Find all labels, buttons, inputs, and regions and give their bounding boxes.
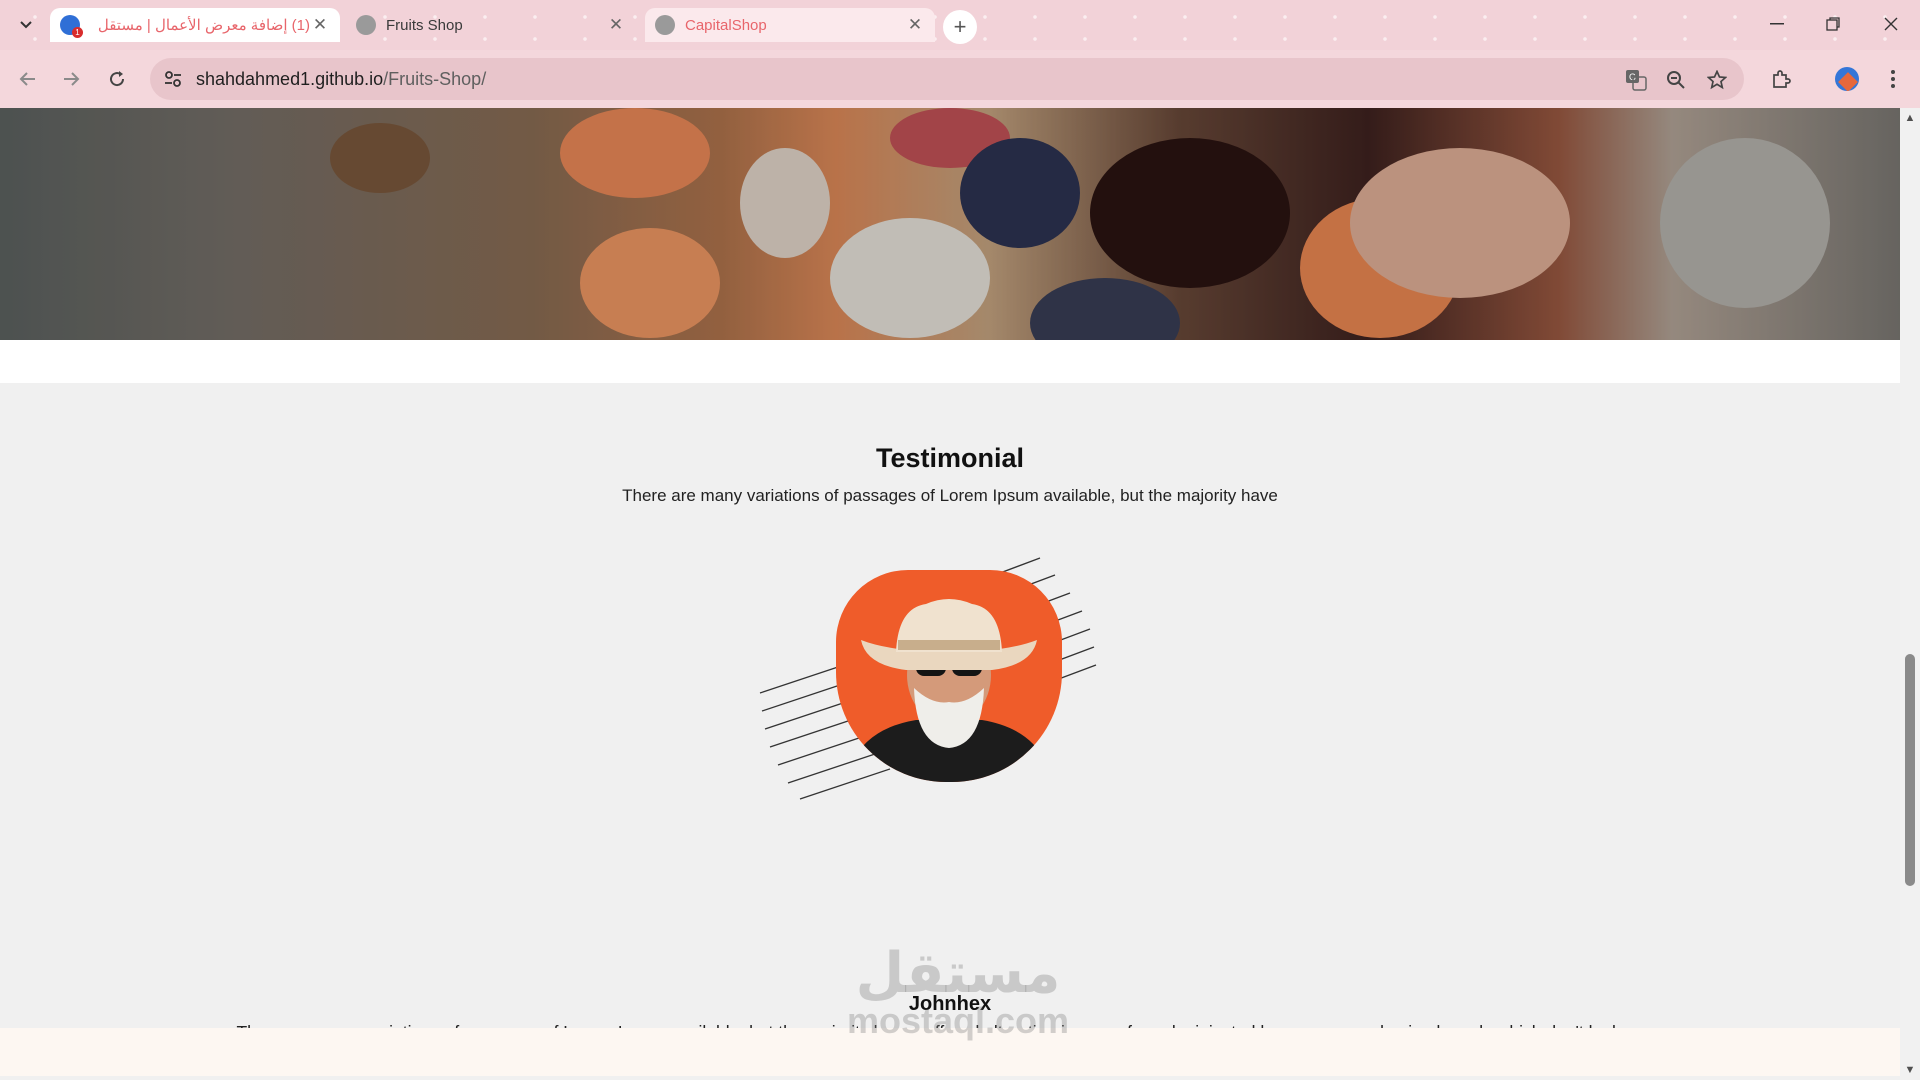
scroll-up-arrow-icon[interactable]: ▲ xyxy=(1903,111,1917,125)
page-viewport: Testimonial There are many variations of… xyxy=(0,108,1900,1076)
new-tab-button[interactable]: + xyxy=(943,10,977,44)
globe-favicon-icon xyxy=(655,15,675,35)
section-heading: Testimonial xyxy=(875,443,1025,473)
back-icon[interactable] xyxy=(10,62,44,96)
watermark-latin: mostaql.com xyxy=(846,1000,1070,1041)
globe-favicon-icon xyxy=(356,15,376,35)
reload-icon[interactable] xyxy=(100,62,134,96)
mostaql-favicon-icon: 1 xyxy=(60,15,83,38)
hero-fruit-banner xyxy=(0,108,1900,340)
section-subheading: There are many variations of passages of… xyxy=(622,486,1278,505)
profile-avatar[interactable] xyxy=(1830,62,1864,96)
minimize-icon[interactable] xyxy=(1754,6,1800,42)
site-settings-icon[interactable] xyxy=(162,68,184,90)
avatar-background xyxy=(836,570,1062,782)
zoom-icon[interactable] xyxy=(1662,66,1690,94)
notification-badge: 1 xyxy=(72,27,83,38)
person-photo xyxy=(846,599,1052,782)
scroll-down-arrow-icon[interactable]: ▼ xyxy=(1903,1063,1917,1077)
tab-fruits-shop[interactable]: Fruits Shop ✕ xyxy=(346,8,636,42)
tab-capitalshop[interactable]: CapitalShop ✕ xyxy=(645,8,935,42)
translate-icon[interactable]: G xyxy=(1622,66,1650,94)
scrollbar-thumb[interactable] xyxy=(1905,654,1915,886)
close-tab-icon[interactable]: ✕ xyxy=(905,15,925,35)
testimonial-section: Testimonial There are many variations of… xyxy=(0,383,1900,1071)
tab-mostaql[interactable]: 1 (1) إضافة معرض الأعمال | مستقل ✕ xyxy=(50,8,340,42)
restore-icon[interactable] xyxy=(1810,6,1856,42)
browser-chrome: 1 (1) إضافة معرض الأعمال | مستقل ✕ Fruit… xyxy=(0,0,1920,108)
menu-kebab-icon[interactable] xyxy=(1876,62,1910,96)
hero-overlay xyxy=(0,108,1900,340)
mostaql-watermark: مستقل mostaql.com xyxy=(842,945,1074,1039)
tab-strip: 1 (1) إضافة معرض الأعمال | مستقل ✕ Fruit… xyxy=(0,0,1920,50)
close-window-icon[interactable] xyxy=(1868,6,1914,42)
address-bar[interactable]: shahdahmed1.github.io/Fruits-Shop/ G xyxy=(150,58,1744,100)
url-path: /Fruits-Shop/ xyxy=(383,69,487,89)
page-scrollbar[interactable]: ▲ ▼ xyxy=(1900,108,1920,1080)
tab-title: Fruits Shop xyxy=(386,16,463,34)
watermark-arabic: مستقل xyxy=(855,941,1061,1006)
close-tab-icon[interactable]: ✕ xyxy=(606,15,626,35)
tab-search-icon[interactable] xyxy=(12,12,40,38)
tab-title: (1) إضافة معرض الأعمال | مستقل xyxy=(97,17,310,34)
extensions-icon[interactable] xyxy=(1764,62,1798,96)
url-host: shahdahmed1.github.io xyxy=(196,69,384,89)
profile-picture xyxy=(1835,67,1859,91)
toolbar: shahdahmed1.github.io/Fruits-Shop/ G xyxy=(0,56,1920,102)
tab-title: CapitalShop xyxy=(685,16,767,34)
testimonial-avatar xyxy=(740,553,1160,803)
bookmark-star-icon[interactable] xyxy=(1703,66,1731,94)
close-tab-icon[interactable]: ✕ xyxy=(310,15,330,35)
url-text: shahdahmed1.github.io/Fruits-Shop/ xyxy=(196,69,486,90)
forward-icon[interactable] xyxy=(55,62,89,96)
